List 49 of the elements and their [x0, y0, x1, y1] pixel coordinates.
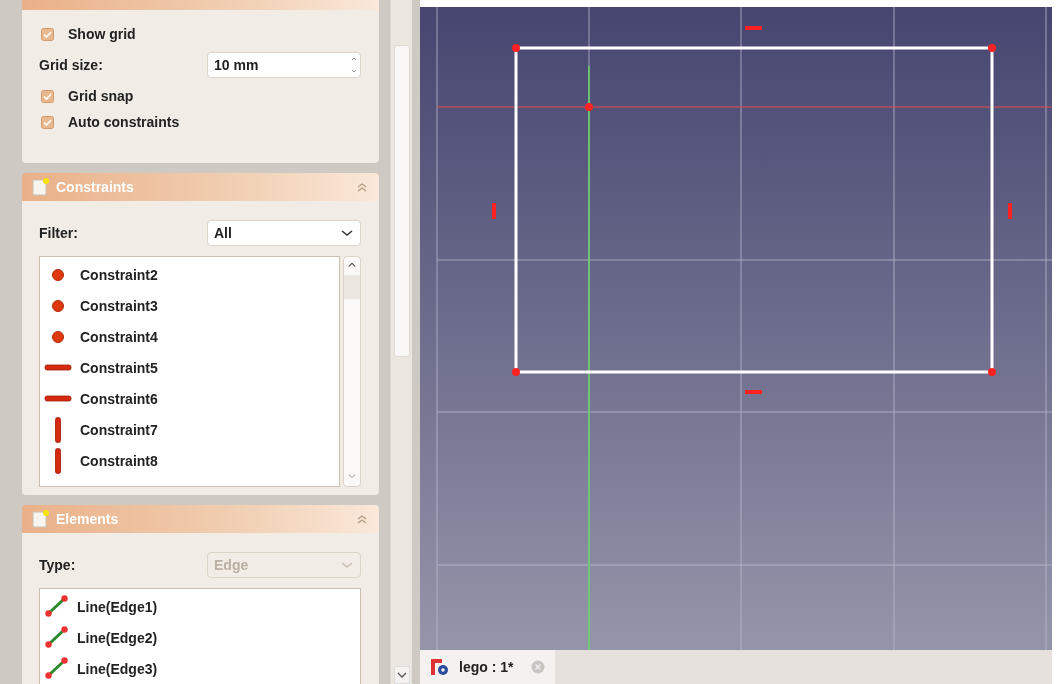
document-icon	[430, 658, 449, 676]
checked-icon	[41, 27, 54, 41]
scroll-thumb[interactable]	[344, 275, 360, 299]
vertical-constraint-icon	[55, 447, 61, 474]
list-item[interactable]: Line(Edge1)	[44, 591, 158, 622]
line-icon	[44, 656, 69, 681]
list-item[interactable]: Line(Edge3)	[44, 653, 158, 684]
line-icon	[44, 625, 69, 650]
vertical-constraint-icon	[55, 416, 61, 443]
horizontal-constraint-marker[interactable]	[745, 26, 762, 30]
list-item[interactable]: Constraint7	[44, 414, 158, 445]
checked-icon	[41, 115, 54, 129]
chevron-down-icon	[340, 559, 354, 571]
scroll-down-button[interactable]	[394, 666, 410, 684]
line-icon	[44, 594, 69, 619]
checked-icon	[41, 89, 54, 103]
field-label: Grid size:	[39, 57, 103, 73]
horizontal-constraint-marker[interactable]	[745, 390, 762, 394]
panel-icon	[32, 510, 50, 528]
scrollbar[interactable]	[343, 256, 361, 487]
chevron-down-icon	[340, 227, 354, 239]
document-tab[interactable]: lego : 1*	[420, 650, 556, 684]
list-item[interactable]: Line(Edge2)	[44, 622, 158, 653]
list-item[interactable]: Constraint3	[44, 290, 158, 321]
checkbox[interactable]: Grid snap	[41, 88, 134, 104]
dropdown[interactable]: All	[207, 220, 361, 246]
sketch-viewport[interactable]	[420, 7, 1052, 650]
list-item[interactable]: Constraint8	[44, 445, 158, 476]
grid-size-field[interactable]: 10 mm	[207, 52, 361, 78]
panel-icon	[32, 178, 50, 196]
vertical-constraint-marker[interactable]	[492, 203, 496, 219]
origin-point[interactable]	[585, 103, 593, 111]
vertical-constraint-marker[interactable]	[1008, 203, 1012, 219]
list-item[interactable]: Constraint5	[44, 352, 158, 383]
list-item[interactable]: Constraint6	[44, 383, 158, 414]
chevron-down-icon	[347, 471, 357, 481]
field-label: Filter:	[39, 225, 78, 241]
scrollbar[interactable]	[390, 0, 412, 684]
close-tab-button[interactable]	[531, 660, 546, 674]
close-icon	[531, 660, 546, 674]
list-item[interactable]: Constraint2	[44, 259, 158, 290]
checkbox[interactable]: Auto constraints	[41, 114, 180, 130]
rectangle-drawing[interactable]	[512, 44, 996, 376]
tab-label: lego : 1*	[459, 659, 514, 675]
chevron-up-icon	[347, 260, 357, 270]
chevron-down-icon	[397, 671, 407, 679]
field-label: Type:	[39, 557, 76, 573]
list-item[interactable]: Constraint4	[44, 321, 158, 352]
checkbox[interactable]: Show grid	[41, 26, 136, 42]
